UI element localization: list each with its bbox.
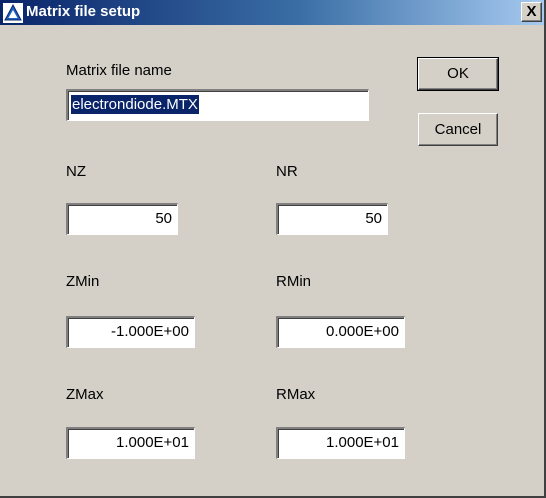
zmin-label: ZMin	[66, 273, 100, 290]
matrix-file-setup-dialog: Matrix file setup X Matrix file name ele…	[0, 0, 546, 498]
zmax-label: ZMax	[66, 386, 104, 403]
zmin-input[interactable]: -1.000E+00	[66, 316, 195, 348]
nz-label: NZ	[66, 163, 86, 180]
file-name-input[interactable]: electrondiode.MTX	[66, 89, 369, 121]
rmin-input[interactable]: 0.000E+00	[276, 316, 405, 348]
zmax-input[interactable]: 1.000E+01	[66, 427, 195, 459]
close-button[interactable]: X	[521, 2, 542, 22]
rmax-input[interactable]: 1.000E+01	[276, 427, 405, 459]
nr-input[interactable]: 50	[276, 203, 388, 235]
cancel-button[interactable]: Cancel	[418, 113, 498, 146]
file-name-value: electrondiode.MTX	[71, 95, 199, 114]
ok-button[interactable]: OK	[417, 57, 499, 91]
rmax-label: RMax	[276, 386, 316, 403]
app-triangle-icon	[3, 3, 23, 23]
nr-label: NR	[276, 163, 298, 180]
title-bar[interactable]: Matrix file setup	[0, 0, 544, 25]
nz-input[interactable]: 50	[66, 203, 178, 235]
dialog-title: Matrix file setup	[26, 3, 141, 20]
rmin-label: RMin	[276, 273, 312, 290]
file-name-label: Matrix file name	[66, 62, 172, 79]
